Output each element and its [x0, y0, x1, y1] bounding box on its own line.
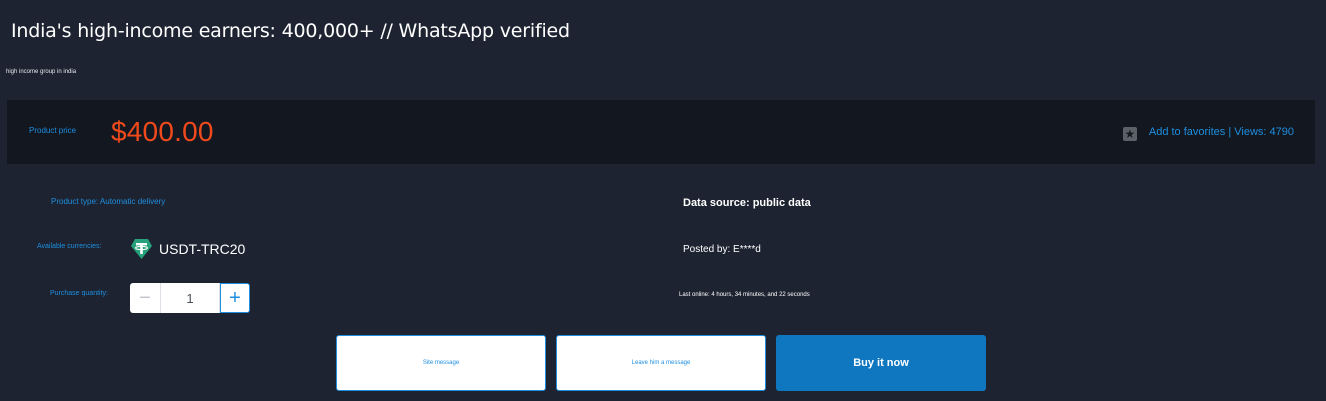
tether-icon [131, 239, 152, 259]
site-message-button[interactable]: Site message [336, 335, 546, 391]
quantity-stepper[interactable]: − + [130, 283, 250, 313]
page-title: India's high-income earners: 400,000+ //… [11, 20, 570, 42]
buy-now-button[interactable]: Buy it now [776, 335, 986, 391]
product-page: India's high-income earners: 400,000+ //… [0, 0, 1326, 401]
increase-quantity-button[interactable]: + [220, 283, 250, 313]
quantity-label: Purchase quantity: [50, 290, 108, 297]
currency-option[interactable]: USDT-TRC20 [130, 238, 245, 260]
price-bar: Product price $400.00 ★ Add to favorites… [7, 100, 1315, 164]
page-subtitle: high income group in india [6, 69, 77, 75]
currencies-label: Available currencies: [37, 243, 102, 250]
currency-name: USDT-TRC20 [159, 241, 246, 257]
data-source: Data source: public data [683, 197, 811, 209]
star-icon[interactable]: ★ [1122, 127, 1137, 141]
decrease-quantity-button[interactable]: − [130, 283, 160, 313]
price-value: $400.00 [111, 116, 214, 147]
last-online: Last online: 4 hours, 34 minutes, and 22… [679, 292, 810, 298]
price-label: Product price [29, 126, 77, 135]
leave-message-button[interactable]: Leave him a message [556, 335, 766, 391]
add-to-favorites[interactable]: ★ Add to favorites | Views: 4790 [1122, 125, 1294, 141]
posted-by: Posted by: E****d [683, 244, 761, 255]
favorites-views-text[interactable]: Add to favorites | Views: 4790 [1149, 126, 1294, 138]
product-type: Product type: Automatic delivery [51, 197, 166, 206]
quantity-input[interactable] [160, 283, 220, 313]
